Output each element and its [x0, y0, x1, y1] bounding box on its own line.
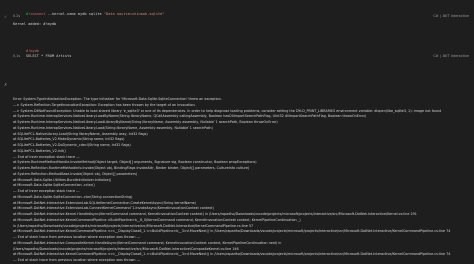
error-output: Error: System.TypeInitializationExceptio…	[13, 97, 469, 264]
query-cell[interactable]: ✗ #!mydb SELECT * FROM Artists 0.1s C# |…	[0, 40, 474, 90]
magic-directive: connect	[30, 12, 46, 16]
execution-time: 0.1s	[13, 54, 21, 58]
kernel-picker[interactable]: C# | .NET Interactive	[433, 14, 469, 19]
code-string: "Data source=chinook.sqlite"	[103, 12, 165, 16]
code-line[interactable]: #!connect --kernel-name mydb sqlite "Dat…	[13, 7, 165, 22]
execution-status-gutter: ✓	[4, 14, 12, 19]
checkmark-icon: ✓	[4, 14, 8, 19]
execution-status-gutter: ✗	[4, 82, 12, 87]
kernel-picker[interactable]: C# | .NET Interactive	[433, 54, 469, 59]
error-line: at Microsoft.DotNet.Interactive.Kernel.H…	[13, 212, 417, 216]
sql-query: SELECT * FROM Artists	[25, 54, 72, 58]
cell-output: Kernel added: #!mydb	[13, 22, 57, 26]
error-line: --- End of stack trace from previous loc…	[13, 258, 141, 262]
error-icon: ✗	[4, 82, 8, 87]
code-line[interactable]: SELECT * FROM Artists	[13, 49, 71, 64]
code-args: --kernel-name mydb sqlite	[45, 12, 104, 16]
notebook-page: ✓ #!connect --kernel-name mydb sqlite "D…	[0, 0, 474, 264]
execution-time: 0.2s	[13, 14, 21, 18]
connect-cell[interactable]: ✓ #!connect --kernel-name mydb sqlite "D…	[0, 0, 474, 40]
